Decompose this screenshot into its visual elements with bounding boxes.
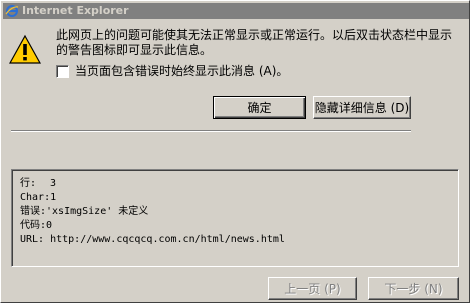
detail-error: 错误:'xsImgSize' 未定义 <box>20 206 149 217</box>
next-button[interactable]: 下一步 (N) <box>368 277 459 300</box>
error-dialog: Internet Explorer 此网页上的问题可能使其无法正常显示或正常运行… <box>0 0 470 303</box>
detail-url: URL: http://www.cqcqcq.com.cn/html/news.… <box>20 234 285 245</box>
detail-char: Char:1 <box>20 192 57 203</box>
always-show-label[interactable]: 当页面包含错误时始终显示此消息 (A)。 <box>75 64 288 78</box>
ie-icon <box>5 5 19 17</box>
ok-button[interactable]: 确定 <box>213 96 306 119</box>
window-title: Internet Explorer <box>22 4 129 17</box>
error-details-panel: 行: 3 Char:1 错误:'xsImgSize' 未定义 代码:0 URL:… <box>11 169 459 267</box>
detail-line-label: 行: <box>20 178 37 189</box>
warning-icon <box>9 34 41 64</box>
previous-button[interactable]: 上一页 (P) <box>268 277 357 300</box>
title-bar[interactable]: Internet Explorer <box>3 3 469 19</box>
always-show-checkbox[interactable] <box>56 65 69 78</box>
detail-line-value: 3 <box>50 178 57 189</box>
hide-details-button[interactable]: 隐藏详细信息 (D) <box>313 96 411 119</box>
divider <box>11 130 411 132</box>
error-message: 此网页上的问题可能使其无法正常显示或正常运行。以后双击状态栏中显示的警告图标即可… <box>56 28 453 57</box>
detail-code: 代码:0 <box>20 220 53 231</box>
